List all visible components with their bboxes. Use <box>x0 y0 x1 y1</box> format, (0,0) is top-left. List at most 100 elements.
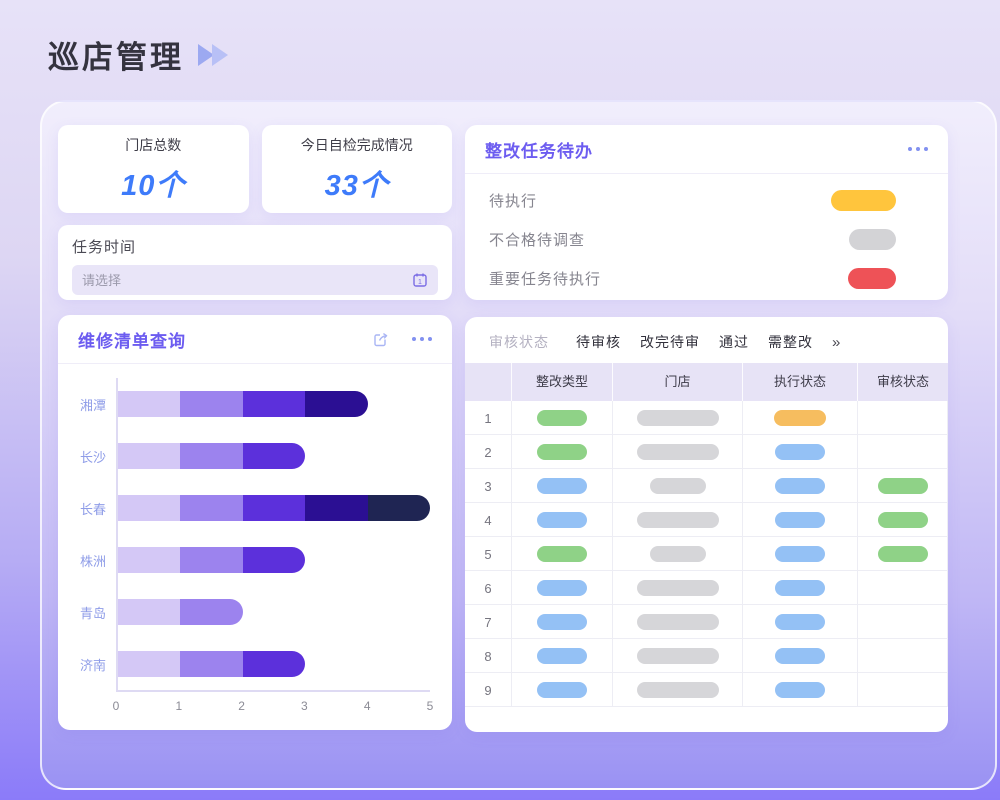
share-icon[interactable] <box>372 330 390 348</box>
table-cell <box>858 469 948 503</box>
chart-bar-segment <box>180 651 242 677</box>
chart-bar-segment <box>305 391 367 417</box>
chart-bar[interactable] <box>118 443 430 469</box>
row-number: 2 <box>484 445 491 460</box>
chart-category-label: 济南 <box>70 655 116 674</box>
todo-item[interactable]: 待执行 <box>465 181 948 220</box>
status-pill <box>637 648 719 664</box>
chart-bar[interactable] <box>118 651 430 677</box>
table-row[interactable]: 5 <box>465 537 948 571</box>
row-number: 7 <box>484 615 491 630</box>
todo-status-pill <box>848 268 896 289</box>
todo-status-pill <box>849 229 896 250</box>
chart-bar-track <box>116 482 430 534</box>
title-arrows-icon <box>198 44 228 66</box>
stat-value: 10个 <box>121 162 185 204</box>
task-time-picker[interactable]: 1 <box>72 265 438 295</box>
chart-bar[interactable] <box>118 495 430 521</box>
chart-bar-segment <box>118 495 180 521</box>
table-row[interactable]: 9 <box>465 673 948 707</box>
status-pill <box>775 546 825 562</box>
table-row[interactable]: 1 <box>465 401 948 435</box>
table-row[interactable]: 4 <box>465 503 948 537</box>
chart-row: 长沙 <box>70 430 430 482</box>
table-cell <box>743 401 858 435</box>
table-row[interactable]: 7 <box>465 605 948 639</box>
table-cell <box>743 537 858 571</box>
todo-card: 整改任务待办 待执行不合格待调查重要任务待执行 <box>465 125 948 300</box>
table-cell-index: 2 <box>465 435 512 469</box>
table-cell <box>613 639 743 673</box>
right-column: 整改任务待办 待执行不合格待调查重要任务待执行 审核状态 待审核改完待审通过需整… <box>465 125 948 732</box>
table-cell <box>613 605 743 639</box>
table-cell <box>743 435 858 469</box>
review-filter-option[interactable]: 待审核 <box>576 332 621 352</box>
review-filter-label: 审核状态 <box>489 332 549 352</box>
chart-row: 青岛 <box>70 586 430 638</box>
svg-text:1: 1 <box>418 279 422 286</box>
table-cell-index: 1 <box>465 401 512 435</box>
table-header-cell-index <box>465 363 512 401</box>
status-pill <box>537 478 587 494</box>
chart-bar[interactable] <box>118 599 430 625</box>
table-cell <box>512 673 613 707</box>
todo-item[interactable]: 重要任务待执行 <box>465 259 948 298</box>
more-dots-icon[interactable] <box>412 337 432 341</box>
chart-bar-segment <box>243 547 305 573</box>
stat-value: 33个 <box>325 162 389 204</box>
chart-bar-segment <box>368 495 430 521</box>
table-header-row: 整改类型门店执行状态审核状态 <box>465 363 948 401</box>
status-pill <box>775 580 825 596</box>
status-pill <box>637 614 719 630</box>
stat-label: 门店总数 <box>125 135 181 155</box>
status-pill <box>637 580 719 596</box>
todo-item-label: 待执行 <box>489 190 537 211</box>
chart-bar[interactable] <box>118 547 430 573</box>
table-cell <box>512 571 613 605</box>
status-pill <box>650 546 706 562</box>
table-cell-index: 6 <box>465 571 512 605</box>
table-row[interactable]: 2 <box>465 435 948 469</box>
chart-row: 济南 <box>70 638 430 690</box>
table-cell <box>512 469 613 503</box>
status-pill <box>775 512 825 528</box>
more-dots-icon[interactable] <box>908 147 928 151</box>
table-cell <box>743 639 858 673</box>
row-number: 3 <box>484 479 491 494</box>
task-time-card: 任务时间 1 <box>58 225 452 300</box>
table-cell <box>512 401 613 435</box>
table-cell <box>613 537 743 571</box>
review-table-card: 审核状态 待审核改完待审通过需整改 » 整改类型门店执行状态审核状态 1 2 3 45… <box>465 317 948 732</box>
table-cell <box>512 537 613 571</box>
review-filter-option[interactable]: 改完待审 <box>640 332 700 352</box>
status-pill <box>775 648 825 664</box>
chart-bar-track <box>116 586 430 638</box>
todo-status-pill <box>831 190 896 211</box>
chart-bar-segment <box>243 391 305 417</box>
chart-bar-segment <box>243 651 305 677</box>
calendar-icon[interactable]: 1 <box>412 272 428 288</box>
row-number: 6 <box>484 581 491 596</box>
todo-item-label: 不合格待调查 <box>489 229 585 250</box>
status-pill <box>537 682 587 698</box>
review-filter-option[interactable]: 通过 <box>719 332 749 352</box>
table-cell-index: 4 <box>465 503 512 537</box>
task-time-input[interactable] <box>82 273 412 288</box>
table-row[interactable]: 6 <box>465 571 948 605</box>
table-cell <box>512 503 613 537</box>
table-cell <box>858 605 948 639</box>
chart-category-label: 株洲 <box>70 551 116 570</box>
table-row[interactable]: 3 <box>465 469 948 503</box>
chart-bar[interactable] <box>118 391 430 417</box>
repair-card-title: 维修清单查询 <box>78 327 186 352</box>
table-cell-index: 5 <box>465 537 512 571</box>
status-pill <box>637 512 719 528</box>
left-column: 门店总数 10个 今日自检完成情况 33个 任务时间 <box>58 125 452 732</box>
review-filter-option[interactable]: 需整改 <box>768 332 813 352</box>
todo-card-title: 整改任务待办 <box>485 137 593 162</box>
filter-more-chevron[interactable]: » <box>832 334 840 351</box>
table-row[interactable]: 8 <box>465 639 948 673</box>
table-header-cell: 审核状态 <box>858 363 948 401</box>
stat-label: 今日自检完成情况 <box>301 135 413 155</box>
todo-item[interactable]: 不合格待调查 <box>465 220 948 259</box>
